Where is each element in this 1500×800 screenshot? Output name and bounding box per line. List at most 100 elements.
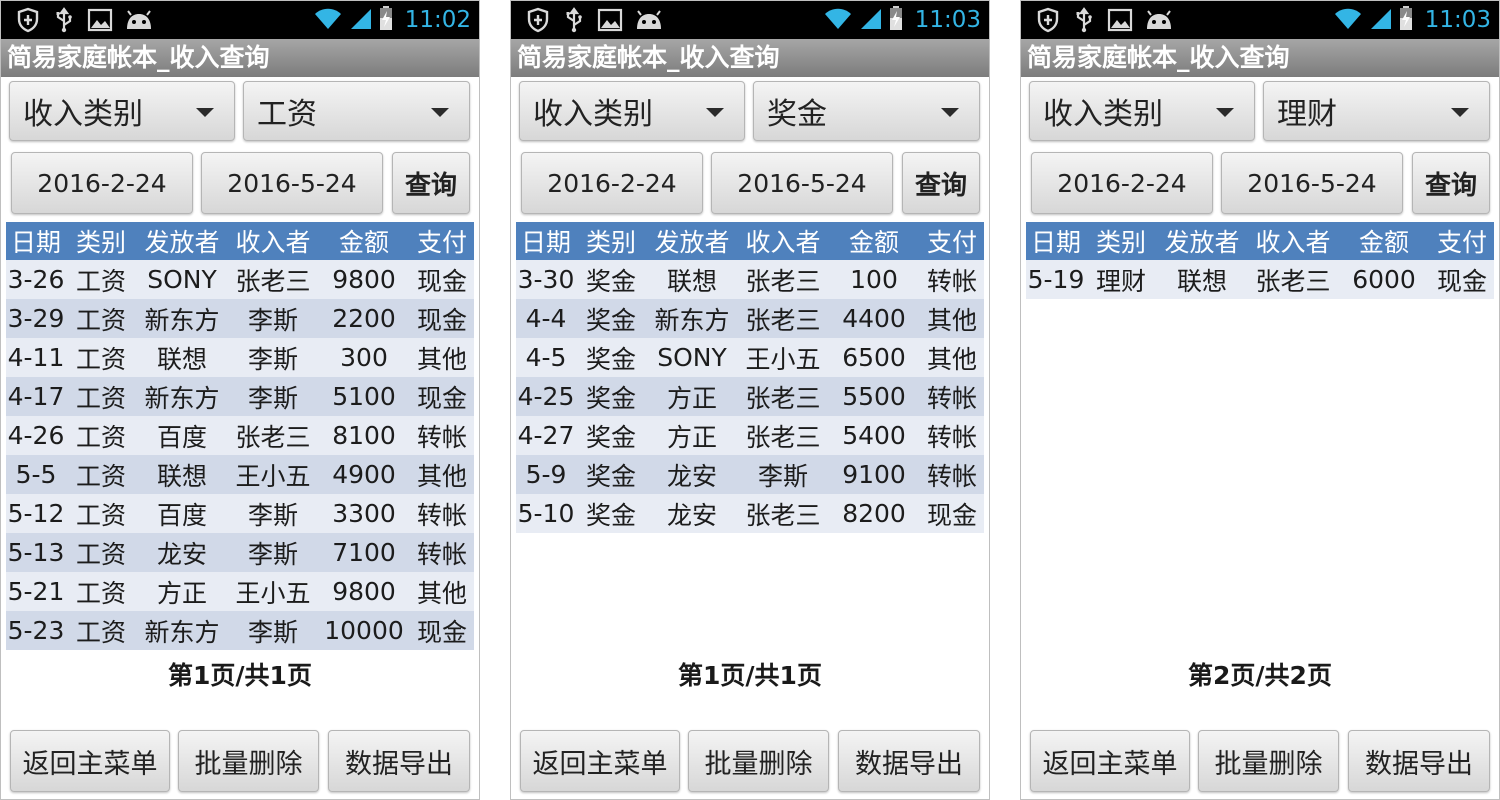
table-cell: 奖金 xyxy=(585,305,636,335)
column-header: 金额 xyxy=(1358,228,1409,257)
status-bar: 11:03 xyxy=(511,1,989,39)
batch-delete-label: 批量删除 xyxy=(1214,748,1323,780)
table-cell: 4400 xyxy=(842,304,906,333)
batch-delete-button[interactable]: 批量删除 xyxy=(178,730,319,792)
query-label: 查询 xyxy=(914,170,967,201)
query-button[interactable]: 查询 xyxy=(392,152,470,214)
batch-delete-button[interactable]: 批量删除 xyxy=(1198,730,1339,792)
category-type-spinner[interactable]: 收入类别 xyxy=(1029,81,1255,141)
table-row[interactable]: 5-13 工资 龙安 李斯 7100 转帐 xyxy=(6,533,474,572)
table-cell: 工资 xyxy=(75,344,126,374)
app-title: 简易家庭帐本_收入查询 xyxy=(1,39,479,77)
table-cell: 8200 xyxy=(842,499,906,528)
table-cell: 新东方 xyxy=(144,617,220,647)
table-row[interactable]: 3-29 工资 新东方 李斯 2200 现金 xyxy=(6,299,474,338)
table-cell: 现金 xyxy=(416,266,467,296)
table-cell: 转帐 xyxy=(416,422,467,452)
category-type-spinner[interactable]: 收入类别 xyxy=(519,81,745,141)
image-icon xyxy=(1107,7,1133,33)
end-date-label: 2016-5-24 xyxy=(737,168,867,198)
table-cell: 转帐 xyxy=(926,266,977,296)
table-row[interactable]: 4-4 奖金 新东方 张老三 4400 其他 xyxy=(516,299,984,338)
export-data-label: 数据导出 xyxy=(1365,748,1473,780)
export-data-button[interactable]: 数据导出 xyxy=(328,730,470,792)
table-row[interactable]: 3-26 工资 SONY 张老三 9800 现金 xyxy=(6,260,474,299)
table-cell: 5400 xyxy=(842,421,906,450)
table-row[interactable]: 4-5 奖金 SONY 王小五 6500 其他 xyxy=(516,338,984,377)
table-header: 日期 类别 发放者 收入者 金额 支付 xyxy=(516,222,984,260)
table-cell: 李斯 xyxy=(247,383,298,413)
table-cell: 3-29 xyxy=(7,304,65,333)
table-cell: 联想 xyxy=(1176,266,1227,296)
dropdown-arrow-icon xyxy=(1451,108,1469,117)
shield-icon xyxy=(1035,7,1061,33)
table-cell: 300 xyxy=(340,343,388,372)
column-header: 日期 xyxy=(1030,228,1081,257)
export-data-button[interactable]: 数据导出 xyxy=(1348,730,1490,792)
table-cell: 7100 xyxy=(332,538,396,567)
back-main-menu-button[interactable]: 返回主菜单 xyxy=(10,730,170,792)
category-type-spinner[interactable]: 收入类别 xyxy=(9,81,235,141)
table-row[interactable]: 5-10 奖金 龙安 张老三 8200 现金 xyxy=(516,494,984,533)
table-header: 日期 类别 发放者 收入者 金额 支付 xyxy=(1026,222,1494,260)
start-date-label: 2016-2-24 xyxy=(547,168,677,198)
back-main-menu-button[interactable]: 返回主菜单 xyxy=(520,730,680,792)
column-header: 支付 xyxy=(416,228,467,257)
start-date-label: 2016-2-24 xyxy=(1057,168,1187,198)
back-main-menu-button[interactable]: 返回主菜单 xyxy=(1030,730,1190,792)
category-value-label: 奖金 xyxy=(767,97,827,132)
column-header: 发放者 xyxy=(144,228,220,257)
table-row[interactable]: 5-19 理财 联想 张老三 6000 现金 xyxy=(1026,260,1494,299)
back-main-menu-label: 返回主菜单 xyxy=(1042,748,1178,780)
start-date-button[interactable]: 2016-2-24 xyxy=(11,152,193,214)
table-cell: 9800 xyxy=(332,577,396,606)
table-row[interactable]: 5-21 工资 方正 王小五 9800 其他 xyxy=(6,572,474,611)
end-date-button[interactable]: 2016-5-24 xyxy=(201,152,383,214)
table-row[interactable]: 4-17 工资 新东方 李斯 5100 现金 xyxy=(6,377,474,416)
table-cell: 张老三 xyxy=(745,266,821,296)
status-right: 11:02 xyxy=(313,5,471,35)
table-cell: 3300 xyxy=(332,499,396,528)
start-date-button[interactable]: 2016-2-24 xyxy=(1031,152,1213,214)
table-row[interactable]: 5-23 工资 新东方 李斯 10000 现金 xyxy=(6,611,474,650)
table-row[interactable]: 4-25 奖金 方正 张老三 5500 转帐 xyxy=(516,377,984,416)
column-header: 发放者 xyxy=(654,228,730,257)
table-cell: 龙安 xyxy=(666,461,717,491)
table-cell: 其他 xyxy=(416,461,467,491)
end-date-button[interactable]: 2016-5-24 xyxy=(711,152,893,214)
table-row[interactable]: 3-30 奖金 联想 张老三 100 转帐 xyxy=(516,260,984,299)
table-row[interactable]: 4-11 工资 联想 李斯 300 其他 xyxy=(6,338,474,377)
table-cell: 工资 xyxy=(75,266,126,296)
table-cell: 方正 xyxy=(666,383,717,413)
category-value-spinner[interactable]: 工资 xyxy=(243,81,470,141)
table-cell: 李斯 xyxy=(247,539,298,569)
table-row[interactable]: 4-26 工资 百度 张老三 8100 转帐 xyxy=(6,416,474,455)
table-cell: 4-25 xyxy=(517,382,575,411)
table-cell: 工资 xyxy=(75,539,126,569)
export-data-button[interactable]: 数据导出 xyxy=(838,730,980,792)
table-row[interactable]: 5-5 工资 联想 王小五 4900 其他 xyxy=(6,455,474,494)
table-row[interactable]: 4-27 奖金 方正 张老三 5400 转帐 xyxy=(516,416,984,455)
table-cell: 龙安 xyxy=(156,539,207,569)
category-value-spinner[interactable]: 奖金 xyxy=(753,81,980,141)
end-date-button[interactable]: 2016-5-24 xyxy=(1221,152,1403,214)
category-value-spinner[interactable]: 理财 xyxy=(1263,81,1490,141)
table-cell: 9100 xyxy=(842,460,906,489)
start-date-button[interactable]: 2016-2-24 xyxy=(521,152,703,214)
table-row[interactable]: 5-12 工资 百度 李斯 3300 转帐 xyxy=(6,494,474,533)
batch-delete-button[interactable]: 批量删除 xyxy=(688,730,829,792)
table-cell: 100 xyxy=(850,265,898,294)
table-cell: 张老三 xyxy=(235,266,311,296)
table-cell: 张老三 xyxy=(235,422,311,452)
table-row[interactable]: 5-9 奖金 龙安 李斯 9100 转帐 xyxy=(516,455,984,494)
table-cell: 4-11 xyxy=(7,343,65,372)
category-type-label: 收入类别 xyxy=(1043,97,1163,132)
query-button[interactable]: 查询 xyxy=(1412,152,1490,214)
table-cell: 方正 xyxy=(666,422,717,452)
table-cell: 转帐 xyxy=(926,422,977,452)
table-cell: 5-12 xyxy=(7,499,65,528)
query-button[interactable]: 查询 xyxy=(902,152,980,214)
dropdown-arrow-icon xyxy=(196,108,214,117)
table-cell: 奖金 xyxy=(585,266,636,296)
shield-icon xyxy=(525,7,551,33)
